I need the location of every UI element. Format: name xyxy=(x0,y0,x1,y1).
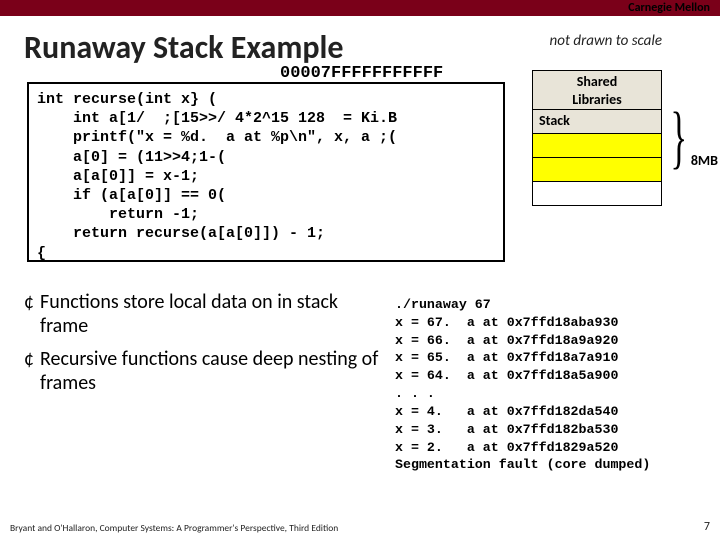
mem-empty-region xyxy=(532,182,662,206)
institution-label: Carnegie Mellon xyxy=(628,1,710,15)
bullet-list: ¢ Functions store local data on in stack… xyxy=(18,290,388,404)
bullet-icon: ¢ xyxy=(18,347,40,371)
bullet-text: Recursive functions cause deep nesting o… xyxy=(40,347,388,396)
stack-size-label: 8MB xyxy=(691,152,718,169)
slide-title: Runaway Stack Example xyxy=(24,28,343,67)
bullet-item: ¢ Functions store local data on in stack… xyxy=(18,290,388,339)
bullet-item: ¢ Recursive functions cause deep nesting… xyxy=(18,347,388,396)
brace-icon: } xyxy=(671,110,688,166)
page-number: 7 xyxy=(704,520,710,534)
top-bar xyxy=(0,0,720,16)
mem-stack-region-1 xyxy=(532,134,662,158)
slide: Carnegie Mellon Runaway Stack Example no… xyxy=(0,0,720,540)
bullet-icon: ¢ xyxy=(18,290,40,314)
mem-shared-libraries: Shared Libraries xyxy=(532,70,662,110)
mem-stack-region-2 xyxy=(532,158,662,182)
footer-citation: Bryant and O'Hallaron, Computer Systems:… xyxy=(10,522,338,534)
terminal-output: ./runaway 67 x = 67. a at 0x7ffd18aba930… xyxy=(395,296,688,474)
mem-stack-label: Stack xyxy=(532,110,662,134)
top-address-label: 00007FFFFFFFFFFF xyxy=(280,64,443,83)
code-listing: int recurse(int x} ( int a[1/ ;[15>>/ 4*… xyxy=(27,82,505,262)
memory-diagram: Shared Libraries Stack xyxy=(532,70,662,206)
bullet-text: Functions store local data on in stack f… xyxy=(40,290,388,339)
scale-note: not drawn to scale xyxy=(550,32,662,50)
